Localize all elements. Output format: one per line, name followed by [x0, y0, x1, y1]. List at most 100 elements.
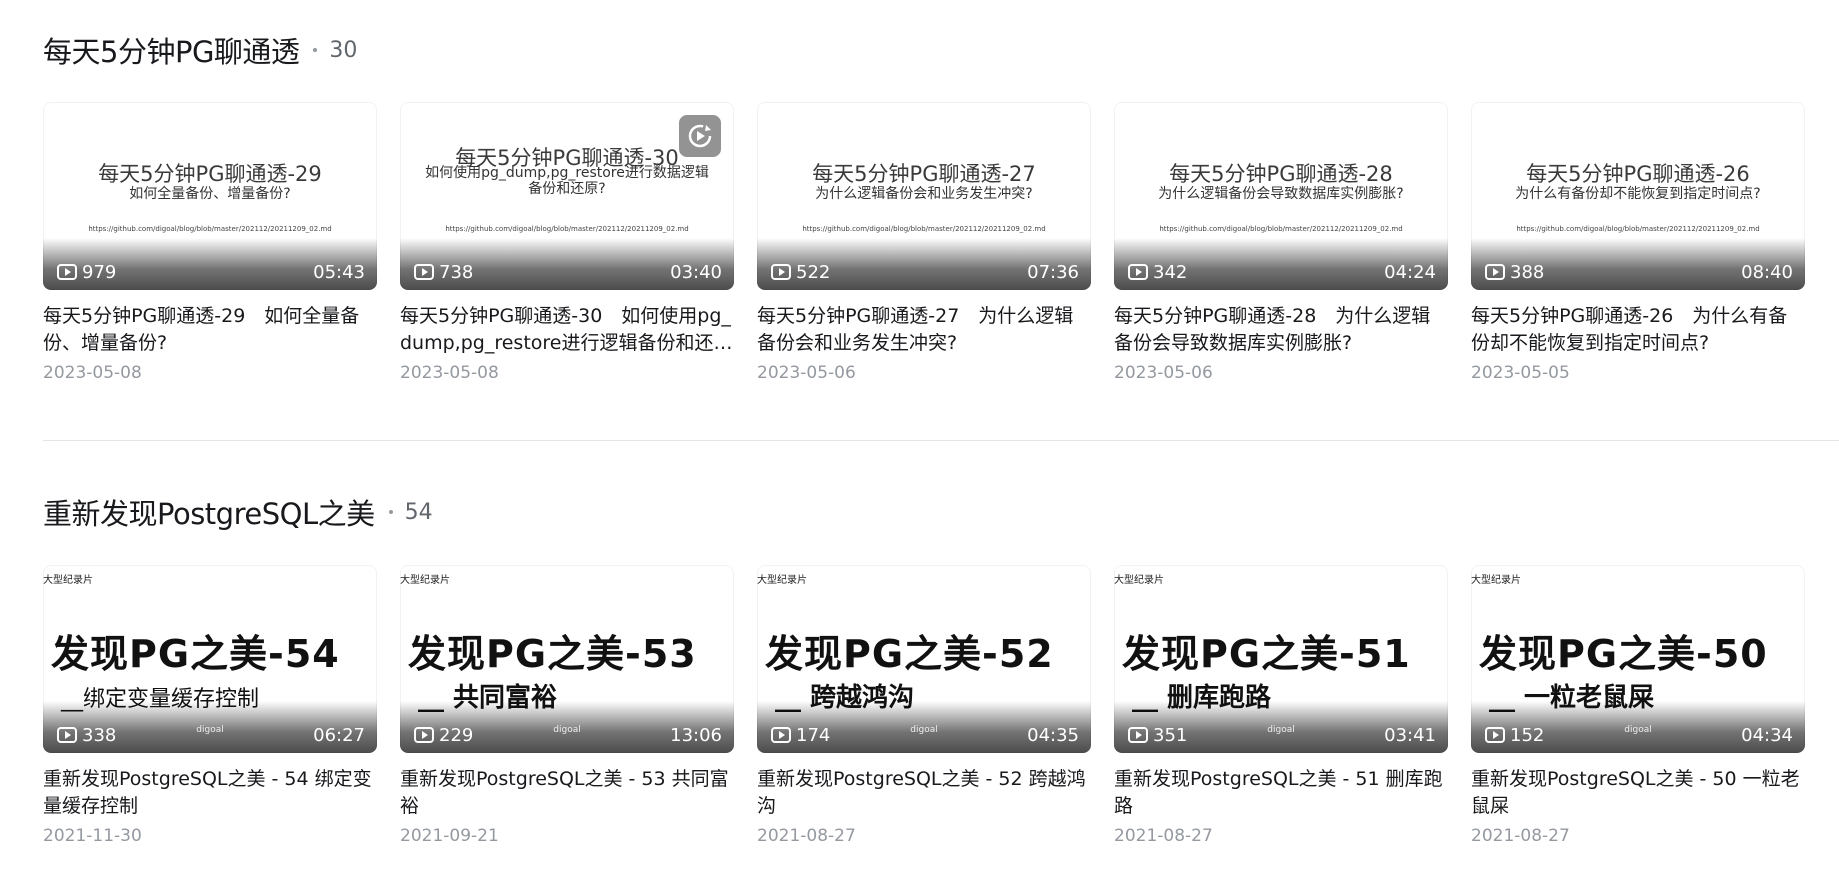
separator-dot: [313, 48, 318, 52]
view-count: 342: [1153, 261, 1188, 283]
video-duration: 08:40: [1741, 261, 1793, 283]
video-title[interactable]: 每天5分钟PG聊通透-29 如何全量备份、增量备份?: [43, 303, 377, 357]
video-duration: 04:24: [1384, 261, 1436, 283]
video-thumbnail[interactable]: 大型纪录片 发现PG之美-53 __ 共同富裕 digoal 229 13:06: [400, 565, 734, 753]
thumbnail-title: 发现PG之美-51: [1122, 632, 1411, 676]
section-header: 重新发现PostgreSQL之美 54: [43, 492, 1839, 532]
thumbnail-badge: 大型纪录片: [400, 575, 450, 586]
video-duration: 05:43: [313, 261, 365, 283]
video-duration: 04:35: [1027, 724, 1079, 746]
video-grid: 每天5分钟PG聊通透-29 如何全量备份、增量备份? https://githu…: [43, 102, 1828, 383]
section-divider: [43, 440, 1839, 441]
video-title[interactable]: 每天5分钟PG聊通透-27 为什么逻辑备份会和业务发生冲突?: [757, 303, 1091, 357]
video-duration: 04:34: [1741, 724, 1793, 746]
play-count-icon: [1128, 264, 1148, 280]
thumbnail-subtitle: 为什么逻辑备份会导致数据库实例膨胀?: [1158, 186, 1404, 202]
video-stats: 338 06:27: [57, 723, 365, 747]
video-card[interactable]: 大型纪录片 发现PG之美-54 __绑定变量缓存控制 digoal 338 06…: [43, 565, 377, 846]
video-title[interactable]: 重新发现PostgreSQL之美 - 51 删库跑路: [1114, 766, 1448, 820]
video-title[interactable]: 重新发现PostgreSQL之美 - 53 共同富裕: [400, 766, 734, 820]
thumbnail-subtitle: 如何使用pg_dump,pg_restore进行数据逻辑备份和还原?: [425, 165, 709, 197]
publish-date: 2021-08-27: [1471, 826, 1570, 846]
video-card[interactable]: 大型纪录片 发现PG之美-50 __ 一粒老鼠屎 digoal 152 04:3…: [1471, 565, 1805, 846]
video-card[interactable]: 大型纪录片 发现PG之美-51 __ 删库跑路 digoal 351 03:41…: [1114, 565, 1448, 846]
video-card[interactable]: 每天5分钟PG聊通透-27 为什么逻辑备份会和业务发生冲突? https://g…: [757, 102, 1091, 383]
section-title[interactable]: 每天5分钟PG聊通透: [43, 29, 300, 71]
video-thumbnail[interactable]: 大型纪录片 发现PG之美-54 __绑定变量缓存控制 digoal 338 06…: [43, 565, 377, 753]
view-count: 979: [82, 261, 117, 283]
publish-date: 2023-05-08: [400, 363, 499, 383]
thumbnail-url: https://github.com/digoal/blog/blob/mast…: [1516, 225, 1760, 233]
video-card[interactable]: 每天5分钟PG聊通透-29 如何全量备份、增量备份? https://githu…: [43, 102, 377, 383]
video-stats: 351 03:41: [1128, 723, 1436, 747]
separator-dot: [388, 510, 393, 514]
replay-icon[interactable]: [679, 115, 721, 157]
view-count: 229: [439, 724, 474, 746]
video-card[interactable]: 每天5分钟PG聊通透-26 为什么有备份却不能恢复到指定时间点? https:/…: [1471, 102, 1805, 383]
video-card[interactable]: 每天5分钟PG聊通透-30 如何使用pg_dump,pg_restore进行数据…: [400, 102, 734, 383]
video-stats: 174 04:35: [771, 723, 1079, 747]
video-thumbnail[interactable]: 大型纪录片 发现PG之美-52 __ 跨越鸿沟 digoal 174 04:35: [757, 565, 1091, 753]
video-title[interactable]: 每天5分钟PG聊通透-30 如何使用pg_dump,pg_restore进行逻辑…: [400, 303, 734, 357]
thumbnail-url: https://github.com/digoal/blog/blob/mast…: [445, 225, 689, 233]
video-title[interactable]: 重新发现PostgreSQL之美 - 52 跨越鸿沟: [757, 766, 1091, 820]
play-count-icon: [57, 727, 77, 743]
play-count-icon: [771, 264, 791, 280]
video-title[interactable]: 重新发现PostgreSQL之美 - 54 绑定变量缓存控制: [43, 766, 377, 820]
video-duration: 03:40: [670, 261, 722, 283]
video-grid: 大型纪录片 发现PG之美-54 __绑定变量缓存控制 digoal 338 06…: [43, 565, 1828, 846]
thumbnail-url: https://github.com/digoal/blog/blob/mast…: [88, 225, 332, 233]
play-count-icon: [771, 727, 791, 743]
video-duration: 03:41: [1384, 724, 1436, 746]
thumbnail-subtitle: 为什么逻辑备份会和业务发生冲突?: [815, 186, 1033, 202]
publish-date: 2023-05-06: [1114, 363, 1213, 383]
video-stats: 342 04:24: [1128, 260, 1436, 284]
video-stats: 152 04:34: [1485, 723, 1793, 747]
video-thumbnail[interactable]: 每天5分钟PG聊通透-28 为什么逻辑备份会导致数据库实例膨胀? https:/…: [1114, 102, 1448, 290]
video-thumbnail[interactable]: 大型纪录片 发现PG之美-51 __ 删库跑路 digoal 351 03:41: [1114, 565, 1448, 753]
publish-date: 2023-05-05: [1471, 363, 1570, 383]
publish-date: 2021-09-21: [400, 826, 499, 846]
publish-date: 2023-05-08: [43, 363, 142, 383]
video-card[interactable]: 大型纪录片 发现PG之美-52 __ 跨越鸿沟 digoal 174 04:35…: [757, 565, 1091, 846]
video-stats: 738 03:40: [414, 260, 722, 284]
video-thumbnail[interactable]: 每天5分钟PG聊通透-26 为什么有备份却不能恢复到指定时间点? https:/…: [1471, 102, 1805, 290]
view-count: 338: [82, 724, 117, 746]
video-card[interactable]: 每天5分钟PG聊通透-28 为什么逻辑备份会导致数据库实例膨胀? https:/…: [1114, 102, 1448, 383]
play-count-icon: [414, 727, 434, 743]
video-title[interactable]: 重新发现PostgreSQL之美 - 50 一粒老鼠屎: [1471, 766, 1805, 820]
video-duration: 13:06: [670, 724, 722, 746]
video-thumbnail[interactable]: 每天5分钟PG聊通透-27 为什么逻辑备份会和业务发生冲突? https://g…: [757, 102, 1091, 290]
video-stats: 522 07:36: [771, 260, 1079, 284]
view-count: 351: [1153, 724, 1188, 746]
thumbnail-badge: 大型纪录片: [1471, 575, 1521, 586]
video-thumbnail[interactable]: 每天5分钟PG聊通透-30 如何使用pg_dump,pg_restore进行数据…: [400, 102, 734, 290]
thumbnail-title: 发现PG之美-53: [408, 632, 697, 676]
section-title[interactable]: 重新发现PostgreSQL之美: [43, 491, 375, 533]
view-count: 152: [1510, 724, 1545, 746]
video-stats: 388 08:40: [1485, 260, 1793, 284]
video-title[interactable]: 每天5分钟PG聊通透-26 为什么有备份却不能恢复到指定时间点?: [1471, 303, 1805, 357]
thumbnail-badge: 大型纪录片: [1114, 575, 1164, 586]
play-count-icon: [57, 264, 77, 280]
publish-date: 2021-11-30: [43, 826, 142, 846]
video-card[interactable]: 大型纪录片 发现PG之美-53 __ 共同富裕 digoal 229 13:06…: [400, 565, 734, 846]
video-duration: 07:36: [1027, 261, 1079, 283]
thumbnail-title: 发现PG之美-50: [1479, 632, 1768, 676]
view-count: 522: [796, 261, 831, 283]
publish-date: 2021-08-27: [757, 826, 856, 846]
video-stats: 229 13:06: [414, 723, 722, 747]
thumbnail-subtitle: 为什么有备份却不能恢复到指定时间点?: [1515, 186, 1761, 202]
video-title[interactable]: 每天5分钟PG聊通透-28 为什么逻辑备份会导致数据库实例膨胀?: [1114, 303, 1448, 357]
play-count-icon: [1485, 264, 1505, 280]
video-thumbnail[interactable]: 每天5分钟PG聊通透-29 如何全量备份、增量备份? https://githu…: [43, 102, 377, 290]
play-count-icon: [1485, 727, 1505, 743]
play-count-icon: [414, 264, 434, 280]
publish-date: 2023-05-06: [757, 363, 856, 383]
thumbnail-title: 发现PG之美-52: [765, 632, 1054, 676]
view-count: 738: [439, 261, 474, 283]
view-count: 388: [1510, 261, 1545, 283]
video-stats: 979 05:43: [57, 260, 365, 284]
thumbnail-badge: 大型纪录片: [757, 575, 807, 586]
video-thumbnail[interactable]: 大型纪录片 发现PG之美-50 __ 一粒老鼠屎 digoal 152 04:3…: [1471, 565, 1805, 753]
